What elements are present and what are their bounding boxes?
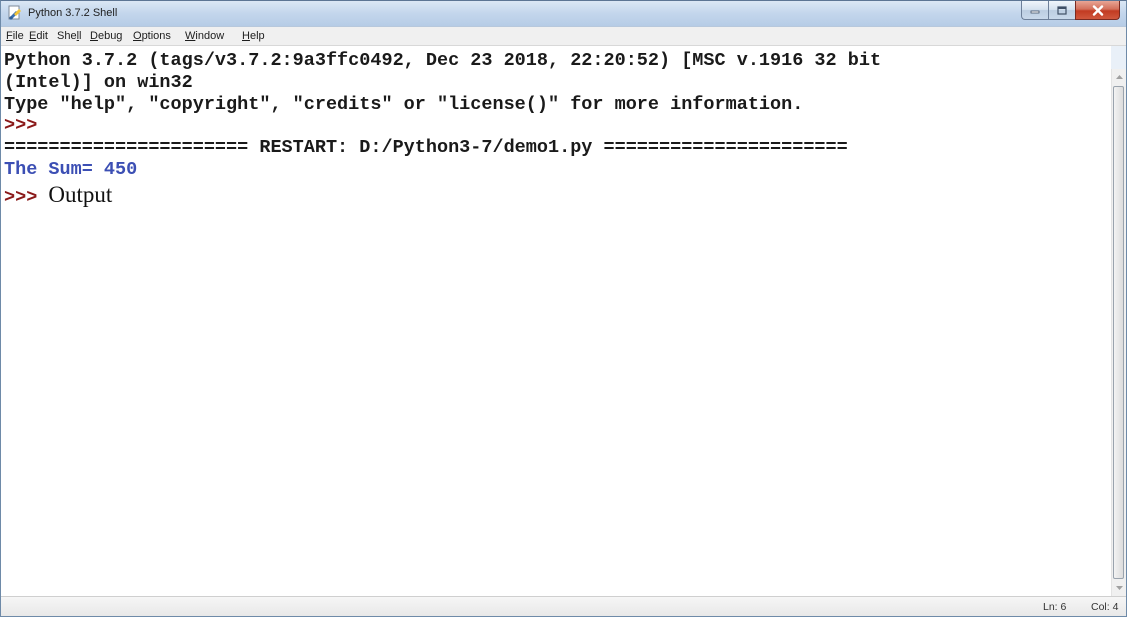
idle-shell-window: Python 3.7.2 Shell File Edit Shell Debug…	[0, 0, 1127, 617]
menu-edit[interactable]: Edit	[29, 29, 48, 43]
banner-line: (Intel)] on win32	[4, 72, 193, 93]
current-prompt-line[interactable]: >>> Output	[4, 182, 113, 208]
shell-prompt: >>>	[4, 187, 38, 208]
scrollbar-thumb[interactable]	[1113, 86, 1124, 579]
maximize-button[interactable]	[1048, 1, 1075, 20]
scroll-down-button[interactable]	[1112, 580, 1126, 596]
minimize-button[interactable]	[1021, 1, 1048, 20]
menu-file[interactable]: File	[6, 29, 24, 43]
scroll-down-icon	[1115, 586, 1123, 590]
close-button[interactable]	[1075, 1, 1120, 20]
scroll-up-icon	[1115, 75, 1123, 79]
shell-text-area[interactable]: Python 3.7.2 (tags/v3.7.2:9a3ffc0492, De…	[1, 46, 1111, 596]
scroll-up-button[interactable]	[1112, 69, 1126, 85]
column-number-status: Col: 4	[1091, 601, 1119, 613]
window-title: Python 3.7.2 Shell	[28, 7, 118, 19]
title-bar[interactable]: Python 3.7.2 Shell	[1, 1, 1126, 27]
python-idle-icon[interactable]	[7, 5, 23, 21]
output-annotation: Output	[48, 182, 113, 207]
menu-window[interactable]: Window	[185, 29, 224, 43]
window-controls	[1021, 1, 1120, 20]
menu-options[interactable]: Options	[133, 29, 171, 43]
shell-prompt: >>>	[4, 115, 38, 136]
restart-line: ====================== RESTART: D:/Pytho…	[4, 137, 848, 158]
menu-bar: File Edit Shell Debug Options Window Hel…	[1, 27, 1126, 46]
maximize-icon	[1057, 5, 1067, 15]
status-bar: Ln: 6 Col: 4	[1, 596, 1126, 616]
menu-shell[interactable]: Shell	[57, 29, 81, 43]
menu-debug[interactable]: Debug	[90, 29, 122, 43]
menu-help[interactable]: Help	[242, 29, 265, 43]
banner-line: Python 3.7.2 (tags/v3.7.2:9a3ffc0492, De…	[4, 50, 882, 71]
close-icon	[1092, 4, 1103, 16]
help-line: Type "help", "copyright", "credits" or "…	[4, 94, 804, 115]
vertical-scrollbar[interactable]	[1111, 69, 1126, 596]
program-output: The Sum= 450	[4, 159, 138, 180]
line-number-status: Ln: 6	[1043, 601, 1067, 613]
minimize-icon	[1030, 10, 1040, 14]
